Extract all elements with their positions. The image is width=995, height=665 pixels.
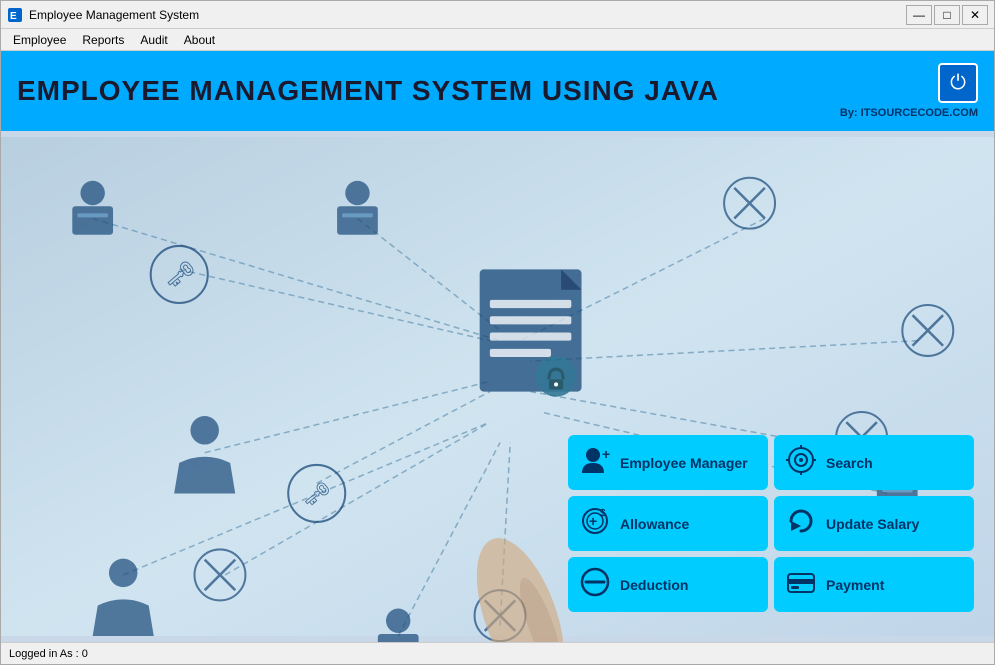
employee-manager-label: Employee Manager <box>620 455 748 471</box>
by-text: By: ITSOURCECODE.COM <box>840 107 978 119</box>
menu-employee[interactable]: Employee <box>5 31 74 49</box>
menu-audit[interactable]: Audit <box>132 31 175 49</box>
update-salary-button[interactable]: Update Salary <box>774 496 974 551</box>
search-button[interactable]: Search <box>774 435 974 490</box>
document-icon <box>480 269 582 396</box>
allowance-label: Allowance <box>620 516 689 532</box>
menu-reports[interactable]: Reports <box>74 31 132 49</box>
minimize-button[interactable]: — <box>906 5 932 25</box>
allowance-icon: + $ <box>580 506 610 542</box>
svg-text:+: + <box>602 446 610 462</box>
main-window: E Employee Management System — □ ✕ Emplo… <box>0 0 995 665</box>
main-content: EMPLOYEE MANAGEMENT SYSTEM USING JAVA ⏻ … <box>1 51 994 664</box>
power-button[interactable]: ⏻ <box>938 63 978 103</box>
menu-about[interactable]: About <box>176 31 223 49</box>
maximize-button[interactable]: □ <box>934 5 960 25</box>
payment-label: Payment <box>826 577 884 593</box>
svg-text:🗝: 🗝 <box>302 482 330 507</box>
title-bar: E Employee Management System — □ ✕ <box>1 1 994 29</box>
svg-text:E: E <box>10 11 17 22</box>
employee-manager-button[interactable]: + Employee Manager <box>568 435 768 490</box>
deduction-button[interactable]: Deduction <box>568 557 768 612</box>
refresh-icon <box>786 506 816 542</box>
close-button[interactable]: ✕ <box>962 5 988 25</box>
status-bar: Logged in As : 0 <box>1 642 994 664</box>
card-icon <box>786 567 816 603</box>
person-add-icon: + <box>580 445 610 481</box>
menu-bar: Employee Reports Audit About <box>1 29 994 51</box>
update-salary-label: Update Salary <box>826 516 919 532</box>
svg-text:🗝: 🗝 <box>165 262 196 289</box>
allowance-button[interactable]: + $ Allowance <box>568 496 768 551</box>
deduction-label: Deduction <box>620 577 688 593</box>
search-target-icon <box>786 445 816 481</box>
background-area: 🗝 🗝 <box>1 131 994 642</box>
minus-circle-icon <box>580 567 610 603</box>
action-buttons: + Employee Manager <box>568 435 974 612</box>
logged-in-status: Logged in As : 0 <box>9 648 88 660</box>
svg-text:$: $ <box>600 508 606 519</box>
header-banner: EMPLOYEE MANAGEMENT SYSTEM USING JAVA ⏻ … <box>1 51 994 131</box>
window-title: Employee Management System <box>29 8 906 22</box>
window-controls: — □ ✕ <box>906 5 988 25</box>
header-right: ⏻ By: ITSOURCECODE.COM <box>840 63 978 119</box>
search-label: Search <box>826 455 873 471</box>
payment-button[interactable]: Payment <box>774 557 974 612</box>
app-title: EMPLOYEE MANAGEMENT SYSTEM USING JAVA <box>17 75 719 107</box>
app-icon: E <box>7 7 23 23</box>
svg-text:+: + <box>589 513 597 529</box>
